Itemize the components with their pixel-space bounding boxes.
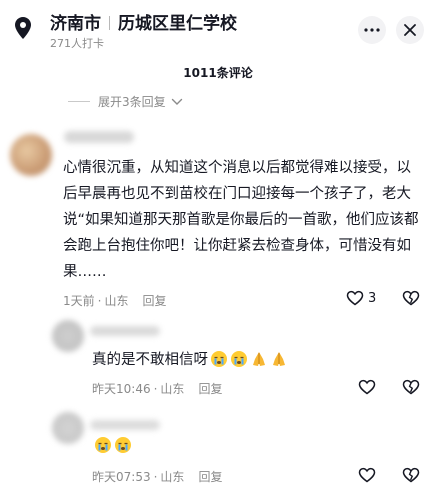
broken-heart-icon: [402, 467, 420, 483]
reply-time: 昨天10:46: [92, 382, 151, 396]
reply-text: 真的是不敢相信呀: [92, 348, 288, 369]
reply-button[interactable]: 回复: [198, 468, 222, 485]
city-name: 济南市: [50, 14, 101, 34]
reply-button[interactable]: 回复: [142, 292, 166, 309]
reply-location: 山东: [160, 470, 185, 484]
location-title[interactable]: 济南市 历城区里仁学校: [50, 9, 237, 34]
comment-count: 1011条评论: [183, 66, 253, 80]
praying-hands-emoji: [253, 351, 265, 366]
crying-face-emoji: [95, 437, 111, 453]
close-icon: [404, 24, 416, 36]
username-blurred[interactable]: [64, 131, 134, 143]
place-name: 历城区里仁学校: [118, 14, 237, 34]
reply-time: 昨天07:53: [92, 470, 151, 484]
heart-icon: [358, 379, 376, 395]
expand-replies-button[interactable]: 展开3条回复: [68, 93, 183, 110]
reply-body: 真的是不敢相信呀: [92, 352, 208, 368]
avatar[interactable]: [52, 412, 84, 444]
close-button[interactable]: [396, 16, 424, 44]
location-pin-icon: [15, 17, 31, 39]
reply-location: 山东: [160, 382, 185, 396]
heart-icon: [358, 467, 376, 483]
dislike-button[interactable]: [402, 379, 420, 395]
reply-meta: 昨天10:46 · 山东 回复: [92, 380, 223, 397]
dislike-button[interactable]: [402, 467, 420, 483]
checkin-count: 271人打卡: [50, 37, 104, 50]
like-button[interactable]: [358, 379, 376, 395]
praying-hands-emoji: [273, 351, 285, 366]
reply-button[interactable]: 回复: [198, 380, 222, 397]
avatar[interactable]: [10, 134, 52, 176]
crying-face-emoji: [115, 437, 131, 453]
more-dots-icon: [364, 28, 380, 32]
expand-divider: [68, 101, 90, 102]
reply-text: [92, 436, 132, 454]
title-divider: [109, 16, 110, 30]
reply-meta: 昨天07:53 · 山东 回复: [92, 468, 223, 485]
comment-time: 1天前: [63, 294, 95, 308]
chevron-down-icon: [171, 98, 182, 105]
comment-meta: 1天前 · 山东 回复: [63, 292, 167, 309]
like-button[interactable]: [358, 467, 376, 483]
like-button[interactable]: 3: [346, 290, 376, 306]
like-count: 3: [368, 290, 377, 306]
username-blurred[interactable]: [90, 326, 160, 336]
username-blurred[interactable]: [90, 420, 160, 430]
avatar[interactable]: [52, 320, 84, 352]
crying-face-emoji: [231, 350, 247, 367]
more-button[interactable]: [358, 16, 386, 44]
crying-face-emoji: [211, 350, 227, 367]
comment-text: 心情很沉重，从知道这个消息以后都觉得难以接受，以后早晨再也见不到苗校在门口迎接每…: [63, 160, 419, 280]
broken-heart-icon: [402, 290, 420, 306]
comment-location: 山东: [104, 294, 129, 308]
dislike-button[interactable]: [402, 290, 420, 306]
expand-replies-label: 展开3条回复: [98, 95, 166, 109]
heart-icon: [346, 290, 364, 306]
broken-heart-icon: [402, 379, 420, 395]
